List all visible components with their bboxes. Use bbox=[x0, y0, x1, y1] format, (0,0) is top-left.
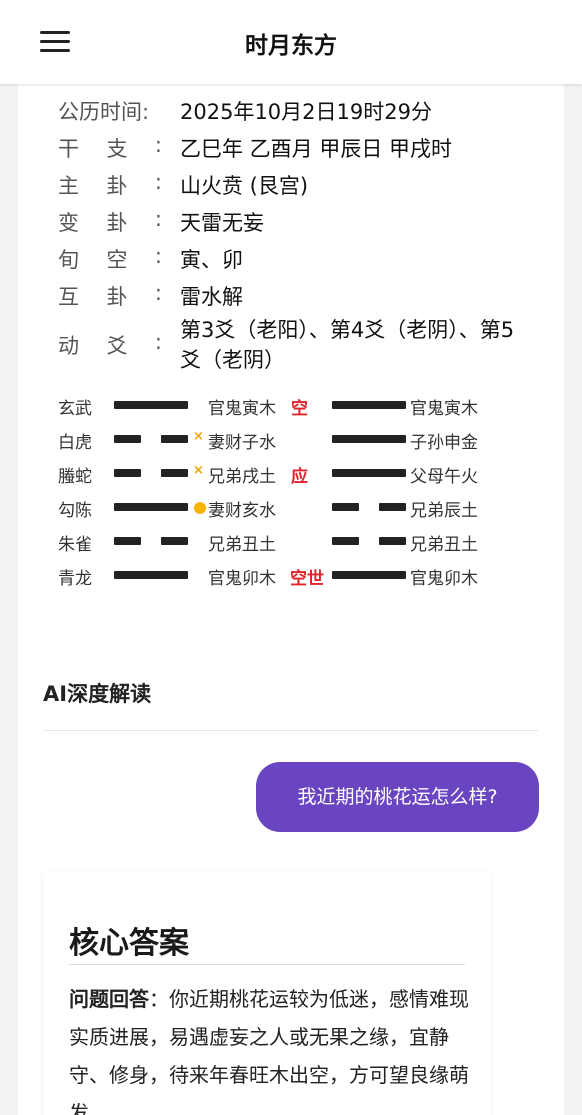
original-relation-label: 妻财子水 bbox=[208, 433, 276, 453]
colon: : bbox=[154, 243, 162, 268]
xunkong-label-2: 空 bbox=[106, 247, 128, 272]
gregorian-label: 公历时间: bbox=[58, 99, 150, 124]
yao-row: 勾陈 妻财亥水 兄弟辰土 bbox=[58, 490, 518, 524]
six-god-label: 玄武 bbox=[58, 399, 92, 419]
yao-row: 朱雀 兄弟丑土 兄弟丑土 bbox=[58, 524, 518, 558]
original-yin-line-segment bbox=[161, 537, 188, 545]
changed-relation-label: 兄弟丑土 bbox=[410, 535, 478, 555]
moving-yin-marker-icon: × bbox=[193, 429, 204, 444]
colon: : bbox=[154, 280, 162, 305]
main-gua-row: 主 卦: 山火贲 (艮宫) bbox=[58, 166, 530, 203]
hu-gua-label-1: 互 bbox=[58, 284, 79, 309]
original-yin-line-segment bbox=[161, 435, 188, 443]
yao-row: 青龙 官鬼卯木 空世 官鬼卯木 bbox=[58, 558, 518, 592]
moving-yin-marker-icon: × bbox=[193, 463, 204, 478]
original-yin-line-segment bbox=[114, 435, 141, 443]
changed-yin-line-segment bbox=[379, 503, 406, 511]
original-yang-line bbox=[114, 401, 188, 409]
xunkong-row: 旬 空: 寅、卯 bbox=[58, 240, 530, 277]
colon: : bbox=[154, 169, 162, 194]
main-gua-label-1: 主 bbox=[58, 173, 79, 198]
main-gua-label-2: 卦 bbox=[106, 173, 128, 198]
changed-yang-line bbox=[332, 469, 406, 477]
changed-yin-line-segment bbox=[332, 537, 359, 545]
ganzhi-label-2: 支 bbox=[106, 136, 128, 161]
yao-table: 玄武 官鬼寅木空官鬼寅木 白虎 × 妻财子水 子孙申金 螣蛇 × 兄弟戌土应父母午火 勾陈 妻财亥水… bbox=[58, 388, 518, 592]
divination-card: 公历时间: 2025年10月2日19时29分 干 支: 乙巳年 乙酉月 甲辰日 甲… bbox=[18, 84, 564, 1115]
moving-yao-value: 第3爻（老阳）、第4爻（老阴）、第5爻（老阴） bbox=[180, 318, 515, 372]
original-relation-label: 官鬼卯木 bbox=[208, 569, 276, 589]
original-yin-line-segment bbox=[161, 469, 188, 477]
change-gua-row: 变 卦: 天雷无妄 bbox=[58, 203, 530, 240]
gregorian-row: 公历时间: 2025年10月2日19时29分 bbox=[58, 92, 530, 129]
gregorian-value: 2025年10月2日19时29分 bbox=[180, 99, 432, 124]
answer-label: 问题回答 bbox=[69, 987, 149, 1011]
xunkong-label-1: 旬 bbox=[58, 247, 79, 272]
changed-yin-line-segment bbox=[379, 537, 406, 545]
divination-info: 公历时间: 2025年10月2日19时29分 干 支: 乙巳年 乙酉月 甲辰日 甲… bbox=[58, 92, 530, 376]
original-yin-line-segment bbox=[114, 537, 141, 545]
six-god-label: 螣蛇 bbox=[58, 467, 92, 487]
changed-yang-line bbox=[332, 401, 406, 409]
divider bbox=[43, 730, 538, 731]
yao-row: 白虎 × 妻财子水 子孙申金 bbox=[58, 422, 518, 456]
user-question-bubble: 我近期的桃花运怎么样? bbox=[256, 762, 539, 832]
hu-gua-row: 互 卦: 雷水解 bbox=[58, 277, 530, 314]
colon: : bbox=[154, 206, 162, 231]
moving-label-1: 动 bbox=[58, 334, 79, 358]
original-relation-label: 兄弟丑土 bbox=[208, 535, 276, 555]
original-yin-line-segment bbox=[114, 469, 141, 477]
hu-gua-label-2: 卦 bbox=[106, 284, 128, 309]
changed-yang-line bbox=[332, 435, 406, 443]
colon: : bbox=[154, 330, 162, 354]
original-relation-label: 兄弟戌土 bbox=[208, 467, 276, 487]
change-gua-label-1: 变 bbox=[58, 210, 79, 235]
changed-yang-line bbox=[332, 571, 406, 579]
changed-relation-label: 官鬼卯木 bbox=[410, 569, 478, 589]
ai-section-title: AI深度解读 bbox=[43, 682, 152, 706]
yao-tag-badge: 空 bbox=[291, 399, 308, 419]
app-title: 时月东方 bbox=[245, 33, 337, 59]
six-god-label: 勾陈 bbox=[58, 501, 92, 521]
original-relation-label: 妻财亥水 bbox=[208, 501, 276, 521]
answer-title: 核心答案 bbox=[69, 926, 189, 961]
yao-tag-badge: 应 bbox=[291, 467, 308, 487]
change-gua-value: 天雷无妄 bbox=[180, 210, 264, 235]
answer-body: 问题回答：你近期桃花运较为低迷，感情难现实质进展，易遇虚妄之人或无果之缘，宜静守… bbox=[69, 980, 469, 1115]
yao-tag-badge: 空世 bbox=[290, 569, 324, 589]
moving-yang-marker-icon bbox=[194, 502, 206, 514]
change-gua-label-2: 卦 bbox=[106, 210, 128, 235]
colon: : bbox=[154, 132, 162, 157]
changed-relation-label: 子孙申金 bbox=[410, 433, 478, 453]
yao-row: 玄武 官鬼寅木空官鬼寅木 bbox=[58, 388, 518, 422]
six-god-label: 朱雀 bbox=[58, 535, 92, 555]
six-god-label: 白虎 bbox=[58, 433, 92, 453]
six-god-label: 青龙 bbox=[58, 569, 92, 589]
original-yang-line bbox=[114, 571, 188, 579]
moving-yao-row: 动 爻: 第3爻（老阳）、第4爻（老阴）、第5爻（老阴） bbox=[58, 314, 530, 376]
hu-gua-value: 雷水解 bbox=[180, 284, 243, 309]
xunkong-value: 寅、卯 bbox=[180, 247, 243, 272]
original-yang-line bbox=[114, 503, 188, 511]
answer-divider bbox=[69, 964, 465, 965]
changed-relation-label: 兄弟辰土 bbox=[410, 501, 478, 521]
yao-row: 螣蛇 × 兄弟戌土应 父母午火 bbox=[58, 456, 518, 490]
changed-relation-label: 父母午火 bbox=[410, 467, 478, 487]
answer-card: 核心答案 问题回答：你近期桃花运较为低迷，感情难现实质进展，易遇虚妄之人或无果之… bbox=[43, 872, 491, 1115]
ganzhi-label-1: 干 bbox=[58, 136, 79, 161]
changed-relation-label: 官鬼寅木 bbox=[410, 399, 478, 419]
moving-label-2: 爻 bbox=[106, 334, 128, 358]
changed-yin-line-segment bbox=[332, 503, 359, 511]
main-gua-value: 山火贲 (艮宫) bbox=[180, 173, 309, 198]
ganzhi-row: 干 支: 乙巳年 乙酉月 甲辰日 甲戌时 bbox=[58, 129, 530, 166]
ganzhi-value: 乙巳年 乙酉月 甲辰日 甲戌时 bbox=[180, 136, 453, 161]
original-relation-label: 官鬼寅木 bbox=[208, 399, 276, 419]
app-header: 时月东方 bbox=[0, 0, 582, 84]
